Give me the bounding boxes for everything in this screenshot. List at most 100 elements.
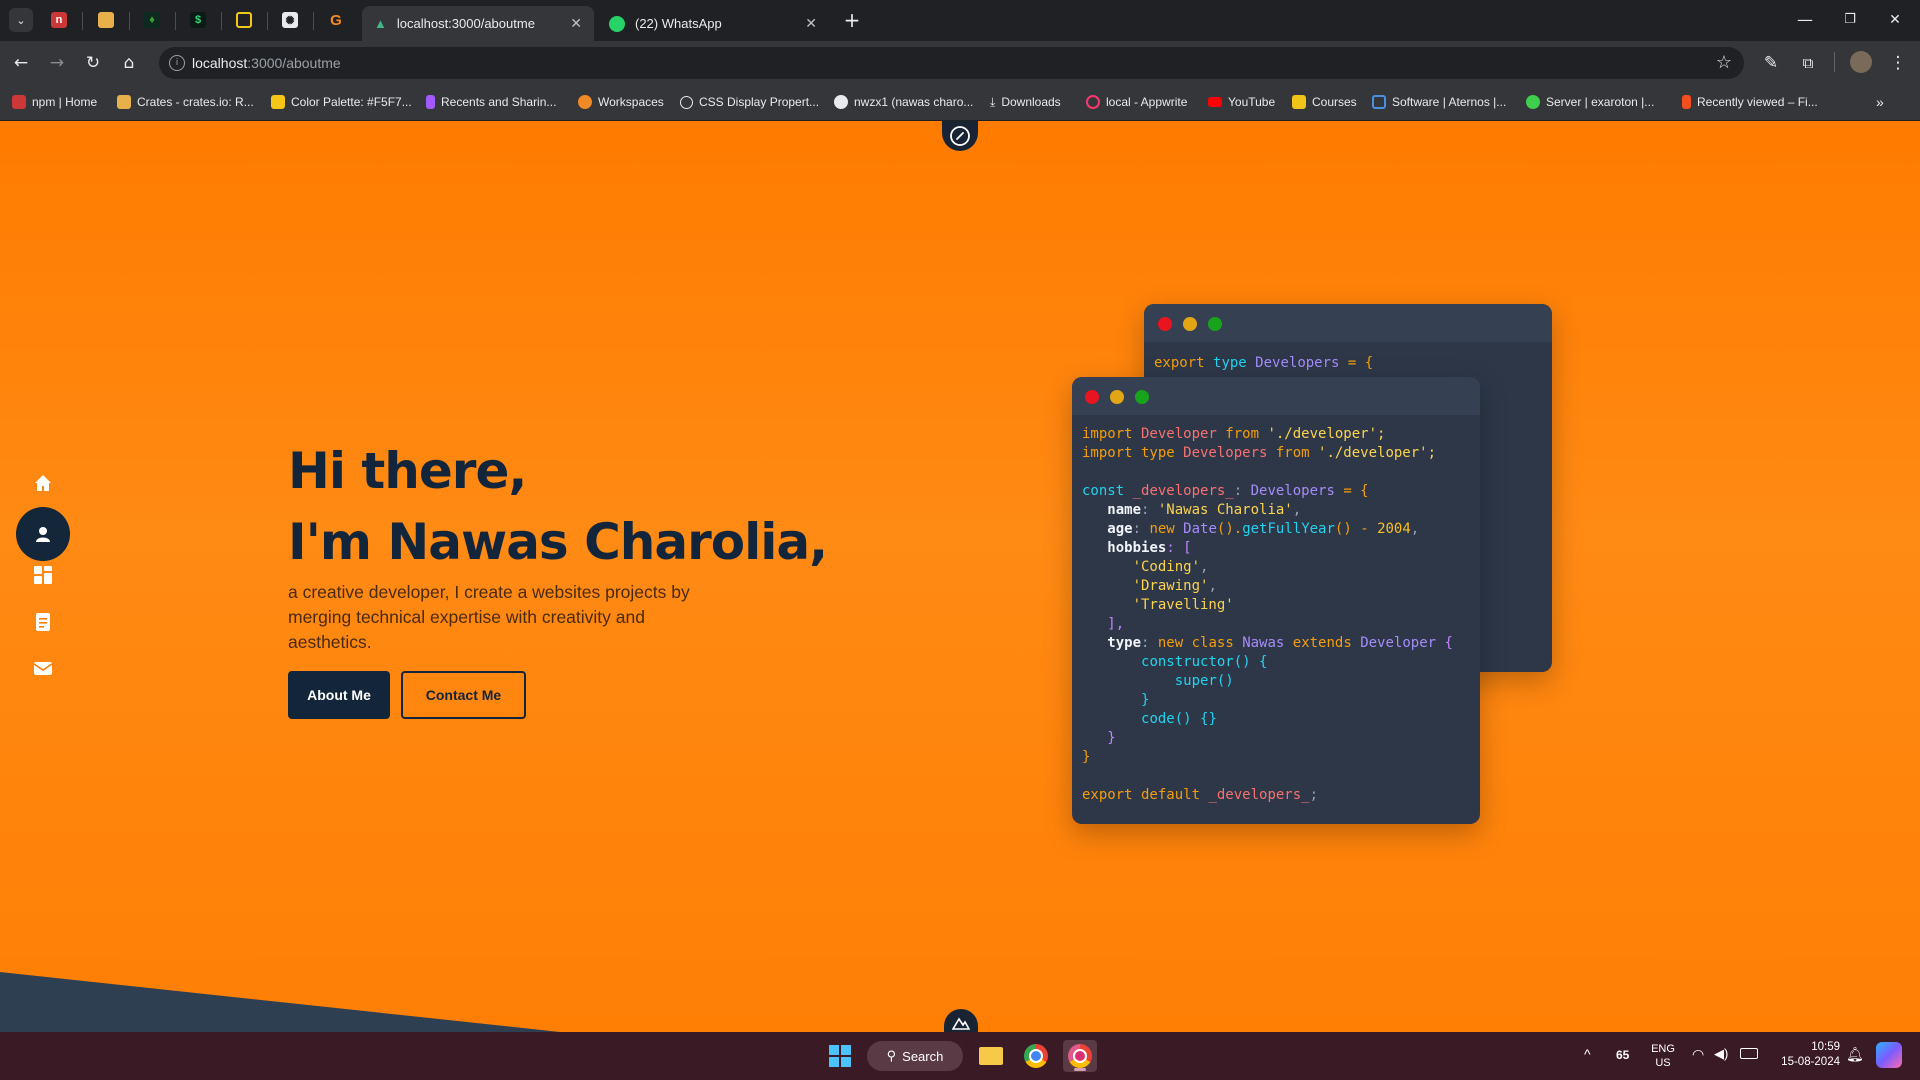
start-button[interactable] — [823, 1040, 857, 1072]
forward-arrow-icon[interactable]: → — [44, 50, 70, 76]
chrome-icon — [1068, 1044, 1092, 1068]
bookmark-github[interactable]: nwzx1 (nawas charo... — [834, 93, 973, 111]
code-token: Nawas — [1242, 635, 1285, 651]
bookmark-workspaces[interactable]: Workspaces — [578, 93, 664, 111]
bookmark-css-display[interactable]: CSS Display Propert... — [680, 93, 819, 111]
volume-icon[interactable]: ◀) — [1714, 1046, 1728, 1062]
chevron-up-icon[interactable]: ^ — [1584, 1046, 1591, 1062]
close-window-button[interactable]: ✕ — [1875, 8, 1915, 32]
github-icon — [834, 95, 848, 109]
pen-icon[interactable]: ✎ — [1758, 50, 1784, 76]
nav-projects[interactable] — [28, 560, 58, 590]
bookmark-label: YouTube — [1228, 95, 1276, 109]
user-icon — [36, 527, 50, 542]
code-token: type — [1213, 355, 1247, 371]
taskbar-search[interactable]: ⚲ Search — [867, 1041, 963, 1071]
restore-button[interactable]: ❐ — [1830, 8, 1870, 32]
bookmark-label: Crates - crates.io: R... — [137, 95, 254, 109]
browser-toolbar: ← → ↻ ⌂ i localhost:3000/aboutme ☆ ✎ ⧉ ⋮ — [0, 41, 1920, 84]
nav-home[interactable] — [28, 468, 58, 498]
tab-whatsapp[interactable]: (22) WhatsApp ✕ — [597, 6, 829, 41]
bookmark-crates[interactable]: Crates - crates.io: R... — [117, 93, 254, 111]
clock[interactable]: 10:59 15-08-2024 — [1768, 1040, 1840, 1070]
code-token: ; — [1309, 787, 1319, 803]
site-info-icon[interactable]: i — [169, 55, 185, 71]
toolbar-divider — [1834, 52, 1835, 72]
kebab-menu-icon[interactable]: ⋮ — [1885, 50, 1911, 76]
pinned-tab-workspaces[interactable]: G — [321, 7, 351, 33]
contact-me-button[interactable]: Contact Me — [401, 671, 526, 719]
code-token: ], — [1107, 616, 1125, 632]
home-icon[interactable]: ⌂ — [116, 50, 142, 76]
gear-icon — [1526, 95, 1540, 109]
code-token: } — [1082, 749, 1091, 765]
dollar-icon: $ — [190, 12, 206, 28]
bookmark-youtube[interactable]: YouTube — [1208, 93, 1275, 111]
pinned-tab-openai[interactable]: ✺ — [275, 7, 305, 33]
bookmark-figma-recent[interactable]: Recently viewed – Fi... — [1682, 93, 1818, 111]
bookmark-downloads[interactable]: ⤓ Downloads — [990, 93, 1061, 111]
bookmark-figma-recents[interactable]: Recents and Sharin... — [426, 93, 556, 111]
pinned-tab-npm[interactable]: n — [44, 7, 74, 33]
g-logo-icon: G — [330, 11, 342, 29]
nav-contact[interactable] — [28, 653, 58, 683]
close-tab-icon[interactable]: ✕ — [570, 15, 582, 32]
chrome-button[interactable] — [1019, 1040, 1053, 1072]
nav-blog[interactable] — [28, 607, 58, 637]
bookmark-aternos[interactable]: Software | Aternos |... — [1372, 93, 1506, 111]
file-explorer-button[interactable] — [974, 1040, 1008, 1072]
code-token: new — [1149, 521, 1175, 537]
bookmark-label: Recents and Sharin... — [441, 95, 557, 109]
lang-primary: ENG — [1651, 1043, 1675, 1055]
bookmark-courses[interactable]: Courses — [1292, 93, 1357, 111]
back-arrow-icon[interactable]: ← — [8, 50, 34, 76]
theme-toggle[interactable] — [942, 121, 978, 151]
bookmark-npm[interactable]: npm | Home — [12, 93, 97, 111]
code-line: const _developers_: Developers = { — [1082, 482, 1480, 501]
new-tab-button[interactable]: + — [832, 8, 872, 32]
tab-aboutme[interactable]: ▲ localhost:3000/aboutme ✕ — [362, 6, 594, 41]
language-indicator[interactable]: ENG US — [1648, 1042, 1678, 1070]
pinned-tab-crates[interactable] — [91, 7, 121, 33]
download-icon: ⤓ — [990, 94, 996, 109]
tab-search-button[interactable]: ⌄ — [6, 7, 36, 33]
mail-icon — [33, 662, 53, 675]
pinned-tab-dollar[interactable]: $ — [183, 7, 213, 33]
profile-avatar[interactable] — [1850, 51, 1872, 73]
bookmark-exaroton[interactable]: Server | exaroton |... — [1526, 93, 1654, 111]
reload-icon[interactable]: ↻ — [80, 50, 106, 76]
pinned-tab-palette[interactable] — [229, 7, 259, 33]
bookmark-label: npm | Home — [32, 95, 98, 109]
youtube-icon — [1208, 97, 1222, 107]
wifi-icon[interactable]: ◠ — [1692, 1046, 1704, 1063]
code-token: : — [1132, 521, 1150, 537]
battery-icon[interactable] — [1740, 1048, 1758, 1059]
code-token: = { — [1334, 483, 1369, 499]
code-token: type — [1107, 635, 1142, 651]
code-token: extends — [1284, 635, 1361, 651]
close-tab-icon[interactable]: ✕ — [805, 15, 817, 32]
chrome-dev-button[interactable] — [1063, 1040, 1097, 1072]
tab-divider — [129, 12, 130, 30]
code-line: ], — [1082, 615, 1480, 634]
about-me-button[interactable]: About Me — [288, 671, 390, 719]
clock-time: 10:59 — [1811, 1041, 1840, 1053]
close-dot-icon — [1158, 317, 1172, 331]
code-line: import Developer from './developer'; — [1082, 425, 1480, 444]
bookmark-color-palette[interactable]: Color Palette: #F5F7... — [271, 93, 412, 111]
tray-number[interactable]: 65 — [1616, 1048, 1629, 1062]
code-token: default — [1132, 787, 1209, 803]
address-bar[interactable]: i localhost:3000/aboutme ☆ — [159, 47, 1744, 79]
maximize-dot-icon — [1208, 317, 1222, 331]
pinned-tab-mongo[interactable]: ♦ — [137, 7, 167, 33]
minimize-button[interactable]: — — [1785, 8, 1825, 32]
bookmark-appwrite[interactable]: local - Appwrite — [1086, 93, 1187, 111]
extensions-icon[interactable]: ⧉ — [1795, 50, 1821, 76]
lang-secondary: US — [1655, 1057, 1671, 1069]
notification-bell-icon[interactable]: 🔔︎ — [1846, 1046, 1864, 1063]
bookmark-star-icon[interactable]: ☆ — [1716, 52, 1732, 73]
copilot-icon[interactable] — [1876, 1042, 1902, 1068]
more-bookmarks-icon[interactable]: » — [1876, 93, 1884, 111]
nav-about[interactable] — [16, 507, 70, 561]
